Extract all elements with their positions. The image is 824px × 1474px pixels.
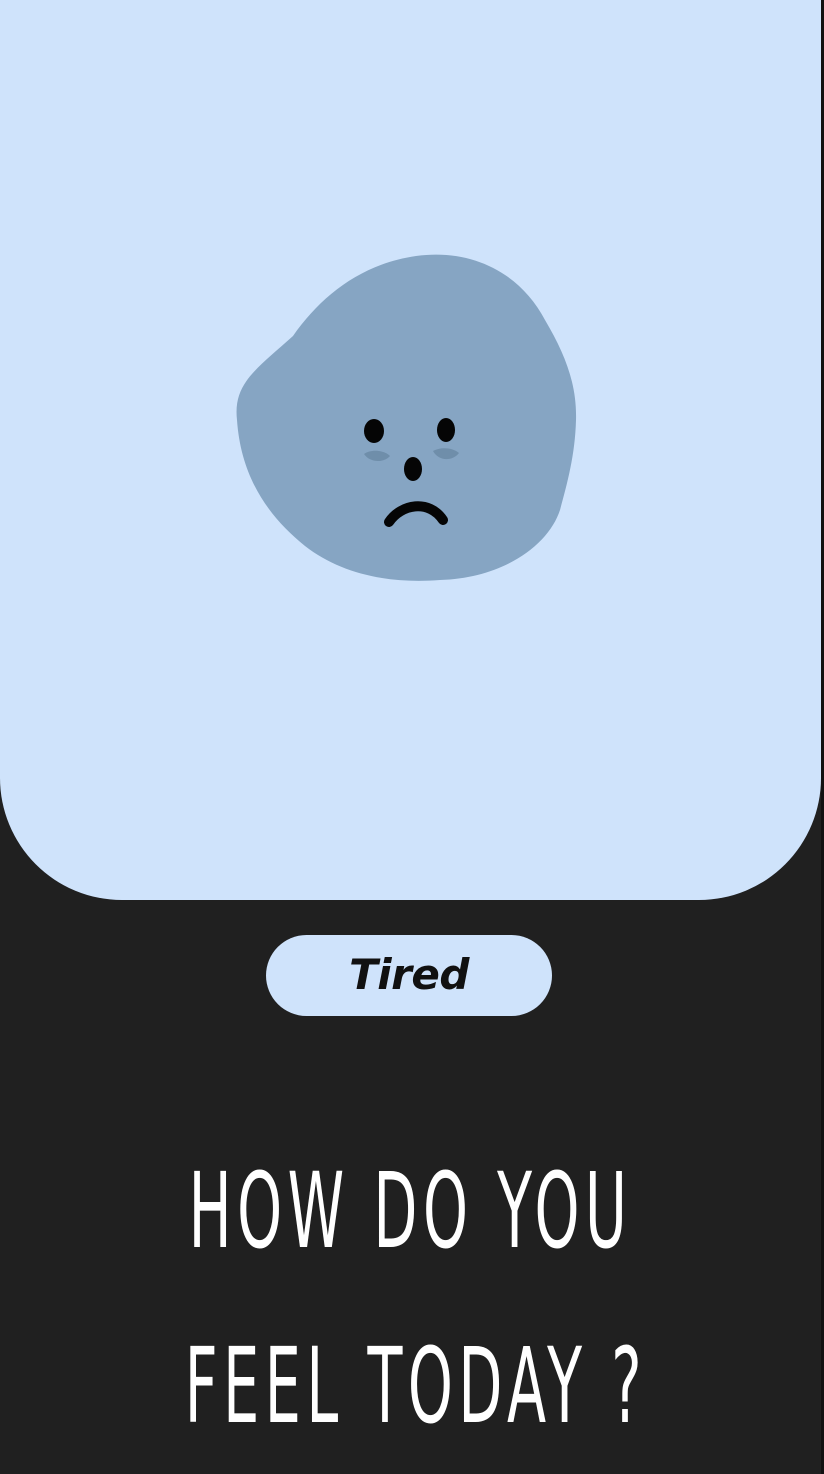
mood-screen: Tired HOW DO YOU FEEL TODAY ?: [0, 0, 824, 1474]
mood-question: HOW DO YOU FEEL TODAY ?: [0, 1124, 821, 1474]
mood-label-button[interactable]: Tired: [266, 935, 552, 1016]
question-line-1: HOW DO YOU: [188, 1150, 633, 1272]
mood-label: Tired: [349, 949, 469, 999]
tired-face-icon: [235, 252, 578, 582]
mood-card[interactable]: [0, 0, 821, 900]
question-line-2: FEEL TODAY ?: [184, 1325, 648, 1447]
